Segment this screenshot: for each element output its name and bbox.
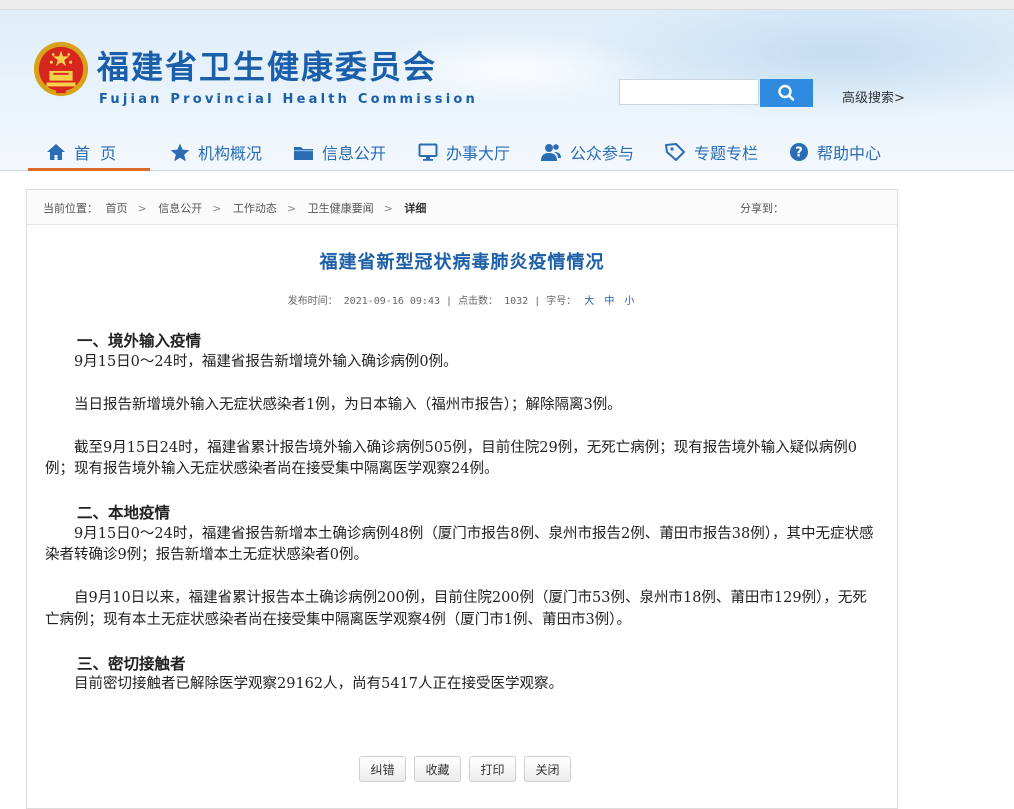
- main-nav: 首 页 机构概况 信息公开 办事大厅 公众参与 专题专栏 ? 帮助中心: [0, 128, 1014, 170]
- breadcrumb-link-health-news[interactable]: 卫生健康要闻: [308, 202, 374, 215]
- print-button[interactable]: 打印: [469, 756, 516, 782]
- font-size-medium[interactable]: 中: [604, 296, 614, 307]
- header-divider: [0, 170, 1014, 171]
- article-paragraph: 截至9月15日24时，福建省累计报告境外输入确诊病例505例，目前住院29例，无…: [45, 439, 857, 478]
- article-meta: 发布时间： 2021-09-16 09:43 | 点击数： 1032 | 字号：…: [287, 296, 635, 307]
- article-paragraph: 9月15日0～24时，福建省报告新增本土确诊病例48例（厦门市报告8例、泉州市报…: [45, 525, 874, 564]
- font-size-large[interactable]: 大: [584, 296, 594, 307]
- breadcrumb-current: 详细: [404, 202, 427, 215]
- browser-top-strip: [0, 0, 1014, 10]
- font-size-label: 字号：: [546, 296, 577, 307]
- article-paragraph: 自9月10日以来，福建省累计报告本土确诊病例200例，目前住院200例（厦门市5…: [45, 590, 867, 628]
- home-icon: [47, 144, 65, 160]
- nav-label: 帮助中心: [817, 144, 882, 163]
- nav-label: 办事大厅: [446, 144, 511, 163]
- breadcrumb: 当前位置： 首页 > 信息公开 > 工作动态 > 卫生健康要闻 > 详细 分享到：: [27, 190, 897, 225]
- section-heading: 三、密切接触者: [77, 653, 186, 673]
- section-heading: 一、境外输入疫情: [77, 331, 202, 350]
- article-paragraph: 9月15日0～24时，福建省报告新增境外输入确诊病例0例。: [74, 353, 458, 370]
- share-label: 分享到：: [740, 202, 784, 215]
- font-size-small[interactable]: 小: [624, 296, 634, 307]
- help-icon: ?: [790, 143, 808, 161]
- nav-item-about[interactable]: 机构概况: [170, 128, 262, 170]
- nav-label: 首 页: [74, 144, 117, 163]
- article-paragraph: 当日报告新增境外输入无症状感染者1例，为日本输入（福州市报告）；解除隔离3例。: [74, 396, 622, 413]
- nav-label: 专题专栏: [694, 144, 759, 163]
- breadcrumb-link-home[interactable]: 首页: [106, 202, 128, 215]
- star-icon: [170, 143, 190, 161]
- breadcrumb-link-work-news[interactable]: 工作动态: [233, 202, 277, 215]
- article-title: 福建省新型冠状病毒肺炎疫情情况: [319, 252, 605, 273]
- nav-item-public-participation[interactable]: 公众参与: [540, 128, 634, 170]
- article-body: 一、境外输入疫情 9月15日0～24时，福建省报告新增境外输入确诊病例0例。 当…: [45, 330, 875, 696]
- nav-label: 公众参与: [570, 144, 635, 163]
- article-paragraph: 目前密切接触者已解除医学观察29162人，尚有5417人正在接受医学观察。: [74, 676, 564, 692]
- article-panel: 当前位置： 首页 > 信息公开 > 工作动态 > 卫生健康要闻 > 详细 分享到： 福建…: [26, 189, 898, 809]
- monitor-icon: [418, 143, 438, 161]
- article-actions: 纠错 收藏 打印 关闭: [359, 756, 571, 782]
- nav-item-special-topics[interactable]: 专题专栏: [664, 128, 758, 170]
- nav-item-home[interactable]: 首 页: [46, 128, 116, 170]
- people-icon: [541, 143, 561, 161]
- search-input[interactable]: [619, 79, 759, 105]
- national-emblem-icon: [33, 41, 89, 97]
- search-icon: [778, 84, 795, 101]
- section-heading: 二、本地疫情: [77, 503, 171, 522]
- nav-item-help-center[interactable]: ? 帮助中心: [789, 128, 881, 170]
- nav-label: 机构概况: [198, 144, 263, 163]
- close-button[interactable]: 关闭: [524, 756, 571, 782]
- breadcrumb-link-info-public[interactable]: 信息公开: [158, 202, 202, 215]
- click-count: 1032: [504, 296, 529, 307]
- advanced-search-link[interactable]: 高级搜索>: [842, 87, 905, 106]
- report-error-button[interactable]: 纠错: [359, 756, 406, 782]
- site-header: 福建省卫生健康委员会 Fujian Provincial Health Comm…: [0, 10, 1014, 170]
- site-title: 福建省卫生健康委员会: [97, 48, 438, 86]
- publish-date-label: 发布时间：: [287, 296, 338, 307]
- click-count-label: 点击数：: [458, 296, 499, 307]
- nav-label: 信息公开: [322, 144, 387, 163]
- nav-active-indicator: [28, 168, 150, 171]
- nav-item-info-public[interactable]: 信息公开: [293, 128, 386, 170]
- publish-date: 2021-09-16 09:43: [343, 296, 440, 307]
- svg-text:?: ?: [795, 146, 803, 161]
- folder-icon: [294, 146, 313, 160]
- favorite-button[interactable]: 收藏: [414, 756, 461, 782]
- breadcrumb-prefix: 当前位置：: [43, 202, 98, 215]
- site-subtitle: Fujian Provincial Health Commission: [99, 92, 478, 107]
- nav-item-service-hall[interactable]: 办事大厅: [418, 128, 510, 170]
- search-button[interactable]: [760, 79, 813, 107]
- tag-icon: [665, 143, 685, 161]
